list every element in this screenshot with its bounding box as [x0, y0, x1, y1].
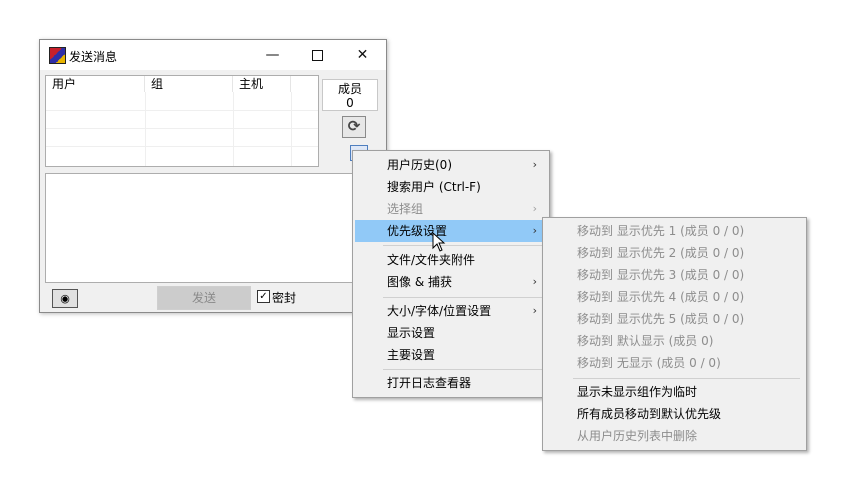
submenu-item-label: 显示未显示组作为临时 — [577, 385, 698, 399]
list-row-line — [46, 110, 318, 111]
submenu-item-label: 移动到 显示优先 3 (成员 0 / 0) — [577, 268, 745, 282]
menu-item-select-group[interactable]: 选择组 › — [355, 198, 547, 220]
send-message-window: 发送消息 — ✕ 用户 组 主机 成员 0 ⟳ ◉ 发送 ✓ 密封 — [39, 39, 387, 313]
list-row-line — [46, 146, 318, 147]
submenu-item-label: 移动到 显示优先 5 (成员 0 / 0) — [577, 312, 745, 326]
user-list-header: 用户 组 主机 — [46, 76, 318, 92]
menu-item-label: 大小/字体/位置设置 — [387, 304, 492, 318]
refresh-icon: ⟳ — [347, 117, 361, 135]
column-header-host[interactable]: 主机 — [233, 76, 291, 92]
window-title: 发送消息 — [69, 50, 118, 64]
list-col-line — [291, 92, 292, 166]
title-bar[interactable]: 发送消息 — ✕ — [40, 40, 386, 70]
context-menu: 用户历史(0) › 搜索用户 (Ctrl-F) 选择组 › 优先级设置 › 文件/文件… — [352, 150, 550, 398]
menu-item-file-attachment[interactable]: 文件/文件夹附件 — [355, 249, 547, 271]
submenu-arrow-icon: › — [532, 304, 537, 317]
list-col-line — [233, 92, 234, 166]
list-col-line — [145, 92, 146, 166]
menu-item-user-history[interactable]: 用户历史(0) › — [355, 154, 547, 176]
mouse-cursor-icon — [432, 232, 446, 252]
submenu-item-priority-3[interactable]: 移动到 显示优先 3 (成员 0 / 0) — [545, 264, 804, 286]
maximize-icon — [312, 49, 323, 61]
member-count-box: 成员 0 — [322, 79, 378, 111]
seal-label[interactable]: 密封 — [272, 289, 296, 306]
column-header-extra[interactable] — [291, 76, 318, 92]
submenu-arrow-icon: › — [532, 224, 537, 237]
minimize-button[interactable]: — — [250, 40, 295, 70]
column-header-user[interactable]: 用户 — [46, 76, 145, 92]
menu-item-search-user[interactable]: 搜索用户 (Ctrl-F) — [355, 176, 547, 198]
menu-item-label: 图像 & 捕获 — [387, 275, 452, 289]
submenu-item-label: 移动到 显示优先 1 (成员 0 / 0) — [577, 224, 745, 238]
camera-icon: ◉ — [60, 292, 70, 305]
refresh-button[interactable]: ⟳ — [342, 116, 366, 138]
close-button[interactable]: ✕ — [340, 40, 385, 70]
user-list[interactable]: 用户 组 主机 — [45, 75, 319, 167]
submenu-item-priority-1[interactable]: 移动到 显示优先 1 (成员 0 / 0) — [545, 220, 804, 242]
menu-separator — [383, 297, 543, 298]
message-input[interactable] — [45, 173, 357, 283]
submenu-item-label: 移动到 显示优先 2 (成员 0 / 0) — [577, 246, 745, 260]
submenu-arrow-icon: › — [532, 202, 537, 215]
priority-submenu: 移动到 显示优先 1 (成员 0 / 0) 移动到 显示优先 2 (成员 0 /… — [542, 217, 807, 451]
submenu-item-label: 移动到 显示优先 4 (成员 0 / 0) — [577, 290, 745, 304]
send-button[interactable]: 发送 — [157, 286, 251, 310]
menu-item-size-font-position[interactable]: 大小/字体/位置设置 › — [355, 300, 547, 322]
list-row-line — [46, 128, 318, 129]
maximize-button[interactable] — [295, 40, 340, 70]
menu-item-display-settings[interactable]: 显示设置 — [355, 322, 547, 344]
capture-button[interactable]: ◉ — [52, 289, 78, 308]
menu-item-label: 文件/文件夹附件 — [387, 253, 476, 267]
menu-item-main-settings[interactable]: 主要设置 — [355, 344, 547, 366]
menu-item-label: 搜索用户 (Ctrl-F) — [387, 180, 481, 194]
submenu-item-no-display[interactable]: 移动到 无显示 (成员 0 / 0) — [545, 352, 804, 374]
menu-item-label: 用户历史(0) — [387, 158, 452, 172]
submenu-item-priority-4[interactable]: 移动到 显示优先 4 (成员 0 / 0) — [545, 286, 804, 308]
submenu-arrow-icon: › — [532, 275, 537, 288]
menu-separator — [573, 378, 800, 379]
menu-item-label: 选择组 — [387, 202, 424, 216]
menu-item-image-capture[interactable]: 图像 & 捕获 › — [355, 271, 547, 293]
submenu-item-priority-2[interactable]: 移动到 显示优先 2 (成员 0 / 0) — [545, 242, 804, 264]
submenu-item-label: 移动到 无显示 (成员 0 / 0) — [577, 356, 721, 370]
menu-item-open-log-viewer[interactable]: 打开日志查看器 — [355, 372, 547, 394]
submenu-item-show-hidden-as-temp[interactable]: 显示未显示组作为临时 — [545, 381, 804, 403]
submenu-item-default-display[interactable]: 移动到 默认显示 (成员 0) — [545, 330, 804, 352]
submenu-item-label: 所有成员移动到默认优先级 — [577, 407, 722, 421]
submenu-item-label: 移动到 默认显示 (成员 0) — [577, 334, 714, 348]
seal-checkbox[interactable]: ✓ — [257, 290, 270, 303]
menu-item-priority-settings[interactable]: 优先级设置 › — [355, 220, 547, 242]
submenu-item-move-all-default[interactable]: 所有成员移动到默认优先级 — [545, 403, 804, 425]
member-label: 成员 — [337, 82, 362, 96]
submenu-item-label: 从用户历史列表中删除 — [577, 429, 698, 443]
member-count: 0 — [346, 96, 354, 110]
submenu-item-priority-5[interactable]: 移动到 显示优先 5 (成员 0 / 0) — [545, 308, 804, 330]
menu-item-label: 主要设置 — [387, 348, 436, 362]
app-icon — [49, 47, 66, 64]
menu-item-label: 显示设置 — [387, 326, 436, 340]
menu-item-label: 打开日志查看器 — [387, 376, 472, 390]
submenu-arrow-icon: › — [532, 158, 537, 171]
menu-separator — [383, 369, 543, 370]
column-header-group[interactable]: 组 — [145, 76, 233, 92]
submenu-item-remove-from-history[interactable]: 从用户历史列表中删除 — [545, 425, 804, 447]
menu-separator — [383, 245, 543, 246]
